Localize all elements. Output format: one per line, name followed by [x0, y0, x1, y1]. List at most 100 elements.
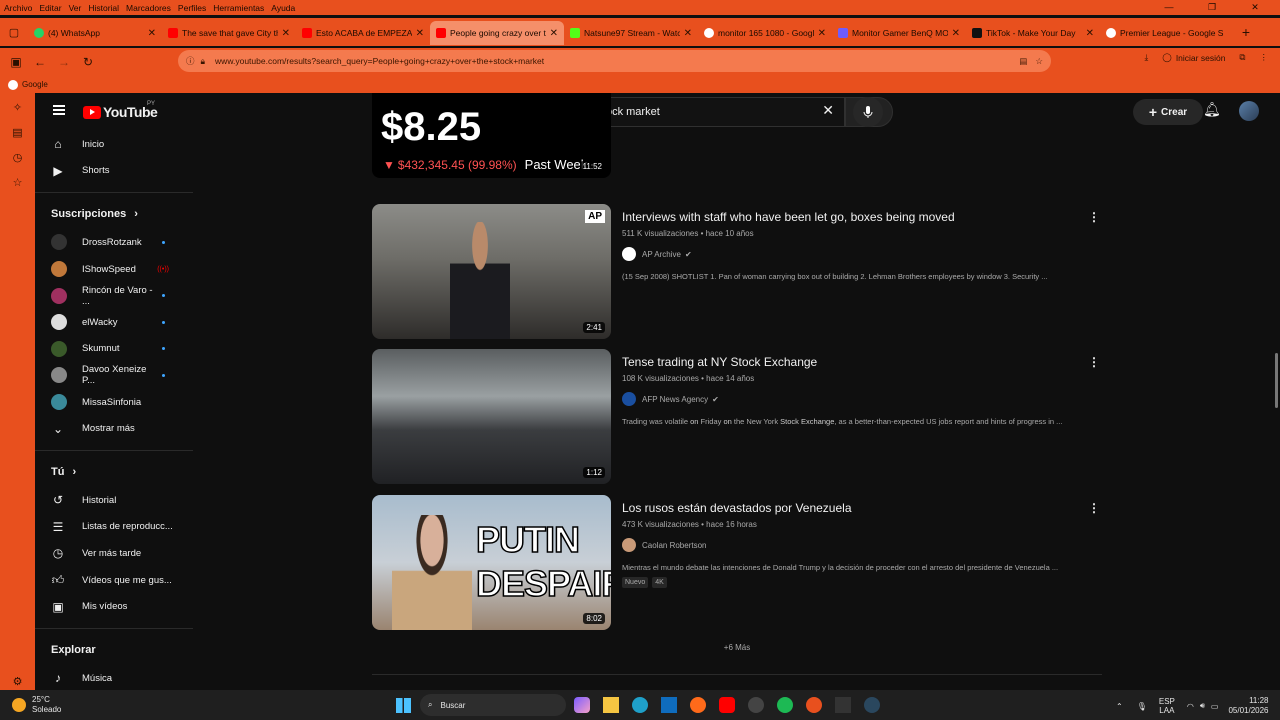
site-info-icon[interactable]: ⓘ: [186, 55, 195, 67]
file-explorer-icon[interactable]: [603, 697, 619, 713]
url-field[interactable]: ⓘ 🔒︎ www.youtube.com/results?search_quer…: [178, 50, 1051, 72]
video-title[interactable]: Tense trading at NY Stock Exchange: [622, 355, 817, 369]
reload-icon[interactable]: ↻: [76, 55, 100, 69]
menu-marcadores[interactable]: Marcadores: [126, 3, 171, 13]
sidebar-item-subscription[interactable]: Skumnut: [35, 336, 193, 363]
settings-gear-icon[interactable]: ⚙: [13, 675, 23, 688]
menu-historial[interactable]: Historial: [88, 3, 119, 13]
firefox-icon[interactable]: [690, 697, 706, 713]
close-tab-icon[interactable]: ✕: [818, 28, 826, 39]
close-tab-icon[interactable]: ✕: [1086, 28, 1094, 39]
guide-menu-icon[interactable]: [53, 105, 65, 115]
sidebar-item-musica[interactable]: ♪ Música: [35, 665, 193, 690]
channel-row[interactable]: AP Archive ✔: [622, 247, 692, 261]
tab-tiktok[interactable]: TikTok - Make Your Day ✕: [966, 21, 1100, 45]
app-menu-icon[interactable]: ⋮: [1260, 52, 1269, 63]
tab-list-icon[interactable]: ▢: [0, 18, 28, 46]
close-tab-icon[interactable]: ✕: [416, 28, 424, 39]
close-tab-icon[interactable]: ✕: [684, 28, 692, 39]
channel-row[interactable]: AFP News Agency ✔: [622, 392, 719, 406]
steam-icon[interactable]: [864, 697, 880, 713]
maximize-icon[interactable]: ❐: [1194, 0, 1230, 15]
sidebar-item-my-videos[interactable]: ▣ Mis vídeos: [35, 593, 193, 620]
mail-icon[interactable]: [661, 697, 677, 713]
clock[interactable]: 11:28 05/01/2026: [1228, 696, 1268, 716]
menu-ayuda[interactable]: Ayuda: [271, 3, 295, 13]
subscriptions-header[interactable]: Suscripciones ›: [35, 199, 193, 229]
edge-icon[interactable]: [632, 697, 648, 713]
battery-icon[interactable]: ▭: [1211, 702, 1219, 711]
video-thumbnail[interactable]: 1:12: [372, 349, 611, 484]
sidebar-item-historial[interactable]: ↺ Historial: [35, 487, 193, 514]
wifi-icon[interactable]: ◠: [1187, 702, 1194, 711]
sidebar-item-shorts[interactable]: ▶ Shorts: [35, 158, 193, 185]
microphone-tray-icon[interactable]: 🎙︎: [1137, 702, 1147, 711]
more-actions-icon[interactable]: ⋮: [1088, 355, 1100, 369]
close-tab-icon[interactable]: ✕: [148, 28, 156, 39]
sidebar-item-watch-later[interactable]: ◷ Ver más tarde: [35, 540, 193, 567]
language-indicator[interactable]: ESP LAA: [1159, 697, 1175, 715]
channel-row[interactable]: Caolan Robertson: [622, 538, 706, 552]
sidebar-item-subscription[interactable]: IShowSpeed ((•)): [35, 256, 193, 283]
video-title[interactable]: Los rusos están devastados por Venezuela: [622, 501, 852, 515]
minimize-icon[interactable]: —: [1151, 0, 1187, 15]
tab-whatsapp[interactable]: (4) WhatsApp ✕: [28, 21, 162, 45]
tab-premier-league[interactable]: Premier League - Google S: [1100, 21, 1234, 45]
tab-youtube-save[interactable]: The save that gave City the ✕: [162, 21, 296, 45]
epic-games-icon[interactable]: [835, 697, 851, 713]
sidebar-item-subscription[interactable]: Davoo Xeneize P...: [35, 362, 193, 389]
video-thumbnail[interactable]: AP 2:41: [372, 204, 611, 339]
collections-icon[interactable]: ▤: [12, 126, 22, 139]
close-tab-icon[interactable]: ✕: [550, 28, 558, 39]
sidebar-item-playlists[interactable]: ☰ Listas de reproducc...: [35, 514, 193, 541]
more-actions-icon[interactable]: ⋮: [1088, 501, 1100, 515]
show-more-button[interactable]: ⌄ Mostrar más: [35, 415, 193, 442]
menu-archivo[interactable]: Archivo: [4, 3, 32, 13]
video-title[interactable]: Interviews with staff who have been let …: [622, 210, 955, 224]
bookmark-star-icon[interactable]: ☆: [1035, 56, 1043, 67]
sidebar-item-inicio[interactable]: ⌂ Inicio: [35, 131, 193, 158]
forward-icon[interactable]: →: [52, 55, 76, 69]
history-panel-icon[interactable]: ◷: [13, 151, 23, 164]
clear-search-icon[interactable]: ✕: [822, 102, 834, 119]
ai-icon[interactable]: ✧: [13, 101, 22, 114]
menu-perfiles[interactable]: Perfiles: [178, 3, 206, 13]
reader-icon[interactable]: ▤: [1019, 56, 1027, 67]
avatar[interactable]: [1239, 101, 1259, 121]
close-tab-icon[interactable]: ✕: [952, 28, 960, 39]
start-icon[interactable]: [396, 698, 411, 713]
copilot-icon[interactable]: [574, 697, 590, 713]
notifications-bell-icon[interactable]: 🔔︎: [1203, 101, 1221, 118]
show-more-results[interactable]: +6 Más: [372, 643, 1102, 652]
video-thumbnail[interactable]: PUTIN DESPAIR 8:02: [372, 495, 611, 630]
tab-youtube-active[interactable]: People going crazy over th ✕: [430, 21, 564, 45]
tab-benq[interactable]: Monitor Gamer BenQ MOB ✕: [832, 21, 966, 45]
video-thumbnail[interactable]: $8.25 ▼ $432,345.45 (99.98%) Past Week 1…: [372, 93, 611, 178]
menu-herramientas[interactable]: Herramientas: [213, 3, 264, 13]
youtube-app-icon[interactable]: [719, 697, 735, 713]
sidebar-item-liked[interactable]: 👍︎ Vídeos que me gus...: [35, 567, 193, 594]
bookmark-google[interactable]: Google: [22, 80, 48, 89]
volume-icon[interactable]: 🔊︎: [1200, 701, 1205, 711]
tab-kick[interactable]: Natsune97 Stream - Watch ✕: [564, 21, 698, 45]
sidebar-toggle-icon[interactable]: ▣: [4, 55, 28, 69]
download-icon[interactable]: ⤓: [1145, 52, 1149, 63]
extensions-icon[interactable]: ⧉: [1239, 52, 1245, 63]
favorites-icon[interactable]: ☆: [13, 176, 23, 189]
voice-search-button[interactable]: [853, 97, 883, 127]
tray-chevron-up-icon[interactable]: ⌃: [1116, 702, 1123, 711]
brave-icon[interactable]: [806, 697, 822, 713]
tab-google-monitor[interactable]: monitor 165 1080 - Google ✕: [698, 21, 832, 45]
you-header[interactable]: Tú ›: [35, 457, 193, 487]
sidebar-item-subscription[interactable]: elWacky: [35, 309, 193, 336]
sidebar-item-subscription[interactable]: Rincón de Varo - ...: [35, 282, 193, 309]
sidebar-item-subscription[interactable]: MissaSinfonia: [35, 389, 193, 416]
close-tab-icon[interactable]: ✕: [282, 28, 290, 39]
taskbar-search[interactable]: ⌕ Buscar: [420, 694, 566, 716]
signin-label[interactable]: Iniciar sesión: [1176, 53, 1226, 63]
more-actions-icon[interactable]: ⋮: [1088, 210, 1100, 224]
back-icon[interactable]: ←: [28, 55, 52, 69]
page-scrollbar[interactable]: [1275, 353, 1278, 408]
weather-widget[interactable]: 25°C Soleado: [12, 695, 122, 715]
tab-youtube-empezar[interactable]: Esto ACABA de EMPEZAR: ✕: [296, 21, 430, 45]
